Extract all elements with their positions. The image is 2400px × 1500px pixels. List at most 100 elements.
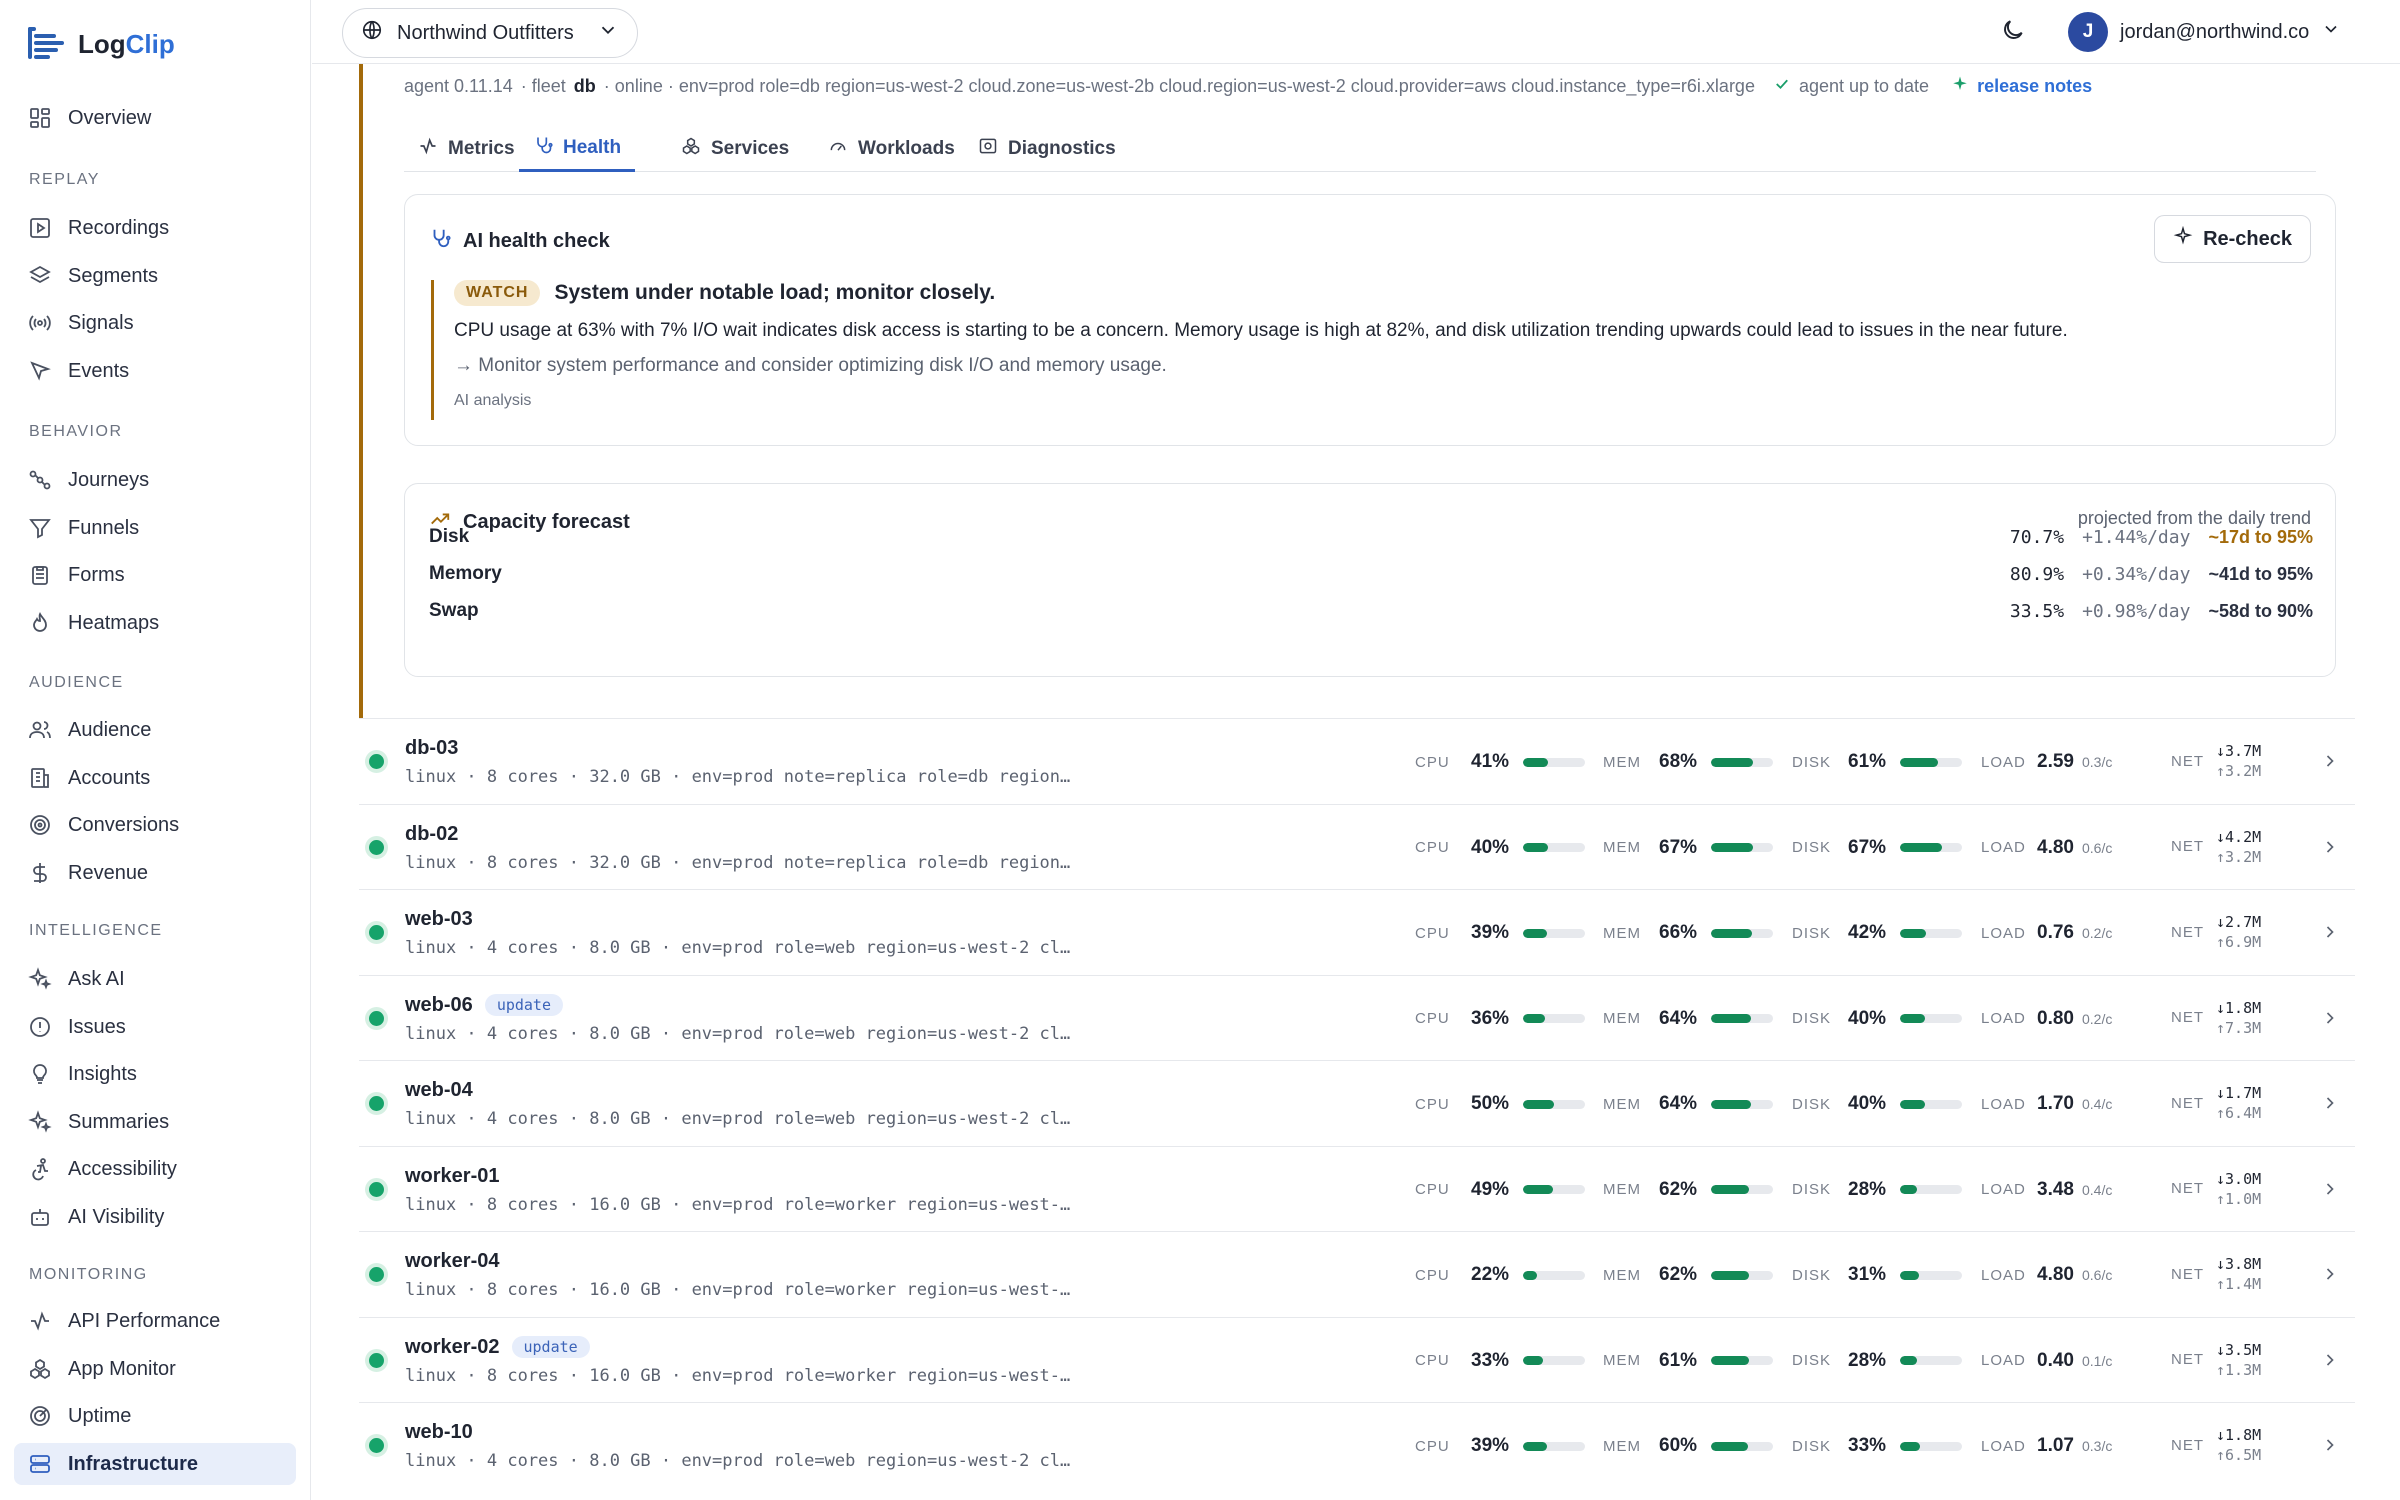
sidebar-item-label: Issues: [68, 1015, 126, 1038]
load-metric: LOAD 4.80 0.6/c: [1981, 835, 2112, 861]
app-logo[interactable]: LogClip: [28, 24, 175, 64]
sidebar-item-funnels[interactable]: Funnels: [14, 507, 296, 549]
host-row[interactable]: db-02 linux · 8 cores · 32.0 GB · env=pro…: [359, 803, 2355, 890]
disk-value: 28%: [1848, 1178, 1887, 1200]
sidebar-item-recordings[interactable]: Recordings: [14, 207, 296, 249]
net-up: ↑3.2M: [2216, 847, 2262, 866]
sidebar-item-insights[interactable]: Insights: [14, 1053, 296, 1095]
tab-label: Health: [563, 136, 622, 158]
host-row[interactable]: web-04 linux · 4 cores · 8.0 GB · env=pro…: [359, 1060, 2355, 1146]
net-up: ↑1.4M: [2216, 1275, 2262, 1293]
update-badge[interactable]: update: [511, 1336, 590, 1358]
host-row[interactable]: web-10 linux · 4 cores · 8.0 GB · env=pro…: [359, 1402, 2355, 1488]
alert-circle-icon: [28, 1015, 52, 1039]
chevron-right-icon[interactable]: [2320, 1264, 2340, 1284]
chevron-right-icon[interactable]: [2320, 837, 2340, 857]
mem-bar: [1711, 1185, 1773, 1194]
host-row[interactable]: worker-01 linux · 8 cores · 16.0 GB · env…: [359, 1145, 2355, 1232]
chevron-right-icon[interactable]: [2320, 1350, 2340, 1370]
chevron-right-icon[interactable]: [2320, 922, 2340, 942]
net-down: ↓3.0M: [2216, 1169, 2262, 1188]
org-switcher[interactable]: Northwind Outfitters: [342, 8, 638, 58]
funnel-icon: [28, 516, 52, 540]
sidebar-item-segments[interactable]: Segments: [14, 255, 296, 297]
gauge-icon: [828, 136, 848, 162]
tab-metrics[interactable]: Metrics: [404, 126, 529, 172]
host-row[interactable]: db-03 linux · 8 cores · 32.0 GB · env=pro…: [359, 718, 2355, 804]
sidebar-item-events[interactable]: Events: [14, 350, 296, 392]
disk-label: DISK: [1792, 1352, 1832, 1369]
mem-label: MEM: [1603, 1095, 1641, 1113]
tab-workloads[interactable]: Workloads: [814, 126, 969, 172]
sidebar-item-journeys[interactable]: Journeys: [14, 459, 296, 501]
capacity-forecast-card: Capacity forecast projected from the dai…: [404, 483, 2336, 677]
mem-value: 64%: [1659, 1093, 1698, 1114]
chevron-right-icon[interactable]: [2320, 751, 2340, 771]
sidebar-item-ask-ai[interactable]: Ask AI: [14, 958, 296, 1000]
host-row[interactable]: web-06 update linux · 4 cores · 8.0 GB · e…: [359, 974, 2355, 1061]
forecast-rate: +0.98%/day: [2082, 600, 2191, 622]
sidebar-item-uptime[interactable]: Uptime: [14, 1395, 296, 1437]
sidebar-item-summaries[interactable]: Summaries: [14, 1101, 296, 1143]
sidebar-item-infrastructure[interactable]: Infrastructure: [14, 1443, 296, 1485]
release-notes-link[interactable]: release notes: [1977, 76, 2092, 97]
sparkle-icon: [1951, 75, 1969, 98]
chevron-right-icon[interactable]: [2320, 1179, 2340, 1199]
load-label: LOAD: [1981, 1095, 2026, 1113]
mem-label: MEM: [1603, 1437, 1641, 1455]
nav-section-audience: AUDIENCE: [29, 674, 124, 691]
sidebar-item-forms[interactable]: Forms: [14, 554, 296, 596]
sidebar-item-accessibility[interactable]: Accessibility: [14, 1148, 296, 1190]
status-dot: [369, 1267, 384, 1282]
chevron-right-icon[interactable]: [2320, 1008, 2340, 1028]
logo-icon: [28, 25, 66, 63]
sidebar-item-label: Summaries: [68, 1110, 170, 1133]
sidebar-item-api-performance[interactable]: API Performance: [14, 1300, 296, 1342]
tab-health[interactable]: Health: [519, 126, 636, 172]
disk-bar: [1900, 1441, 1962, 1451]
tab-services[interactable]: Services: [667, 126, 803, 172]
sidebar-item-label: Events: [68, 359, 130, 382]
load-per-core: 0.6/c: [2081, 1267, 2113, 1283]
sidebar-item-revenue[interactable]: Revenue: [14, 852, 296, 894]
disk-value: 33%: [1848, 1435, 1887, 1456]
cpu-metric: CPU 40%: [1415, 835, 1585, 861]
activity-icon: [28, 1309, 52, 1333]
host-row[interactable]: worker-02 update linux · 8 cores · 16.0 GB…: [359, 1316, 2355, 1403]
host-meta: linux · 4 cores · 8.0 GB · env=prod role…: [405, 938, 1077, 958]
sparkle-icon: [2173, 225, 2193, 252]
host-row[interactable]: web-03 linux · 4 cores · 8.0 GB · env=pro…: [359, 889, 2355, 975]
sidebar-item-audience[interactable]: Audience: [14, 709, 296, 751]
user-menu[interactable]: J jordan@northwind.co: [2068, 11, 2341, 53]
sidebar-item-ai-visibility[interactable]: AI Visibility: [14, 1196, 296, 1238]
theme-toggle-button[interactable]: [2000, 17, 2030, 47]
net-label: NET: [2171, 1009, 2204, 1026]
sidebar-item-signals[interactable]: Signals: [14, 302, 296, 344]
net-label: NET: [2171, 752, 2204, 770]
cpu-value: 22%: [1471, 1264, 1510, 1285]
sidebar-item-accounts[interactable]: Accounts: [14, 757, 296, 799]
cpu-metric: CPU 49%: [1415, 1177, 1585, 1203]
update-badge[interactable]: update: [484, 994, 563, 1016]
tab-diagnostics[interactable]: Diagnostics: [964, 126, 1130, 172]
status-dot: [369, 1438, 384, 1453]
mem-bar: [1711, 1441, 1773, 1451]
load-label: LOAD: [1981, 924, 2026, 942]
sidebar-item-app-monitor[interactable]: App Monitor: [14, 1348, 296, 1390]
recheck-button[interactable]: Re-check: [2154, 215, 2311, 263]
disk-label: DISK: [1792, 924, 1832, 942]
sidebar-item-heatmaps[interactable]: Heatmaps: [14, 602, 296, 644]
signal-icon: [28, 311, 52, 335]
sidebar-item-conversions[interactable]: Conversions: [14, 804, 296, 846]
sidebar-item-label: Funnels: [68, 516, 140, 539]
chevron-right-icon[interactable]: [2320, 1093, 2340, 1113]
sidebar-item-issues[interactable]: Issues: [14, 1006, 296, 1048]
sidebar-item-overview[interactable]: Overview: [14, 97, 296, 139]
host-row[interactable]: worker-04 linux · 8 cores · 16.0 GB · env…: [359, 1231, 2355, 1317]
agent-fleet-prefix: · fleet: [520, 76, 566, 96]
chevron-right-icon[interactable]: [2320, 1435, 2340, 1455]
status-dot: [369, 839, 384, 855]
verdict-body: CPU usage at 63% with 7% I/O wait indica…: [454, 320, 2068, 341]
nav-section-replay: REPLAY: [29, 171, 100, 188]
play-square-icon: [28, 216, 52, 240]
